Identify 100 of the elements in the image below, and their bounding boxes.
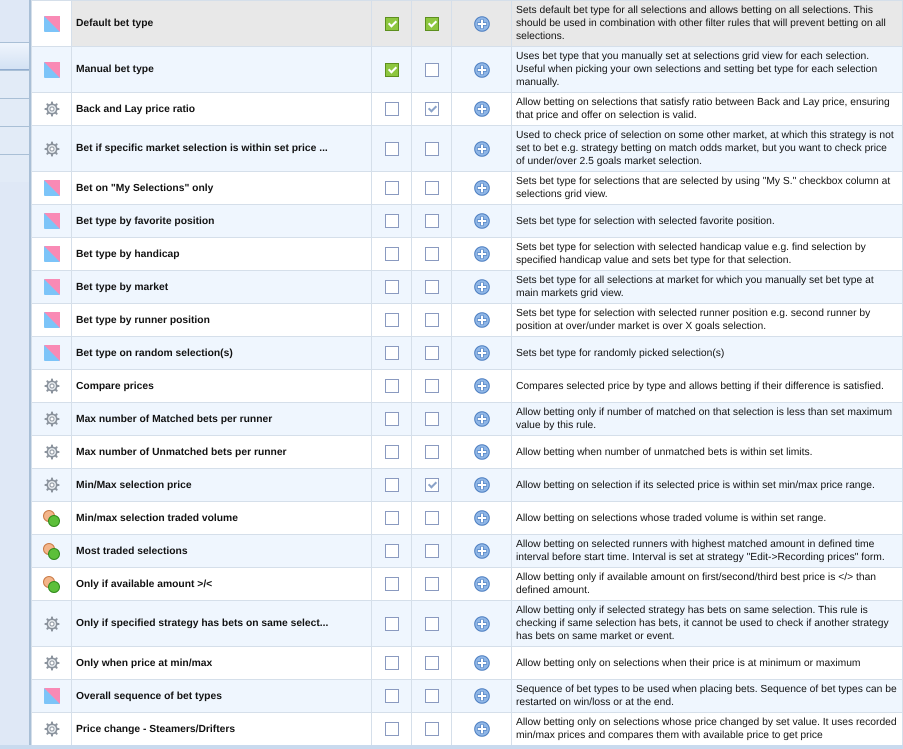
checkbox[interactable]	[384, 247, 398, 261]
gear-icon	[44, 616, 60, 632]
gear-icon	[44, 721, 60, 737]
add-icon[interactable]	[474, 510, 490, 526]
checkbox[interactable]	[424, 214, 438, 228]
checkbox[interactable]	[424, 313, 438, 327]
checkbox[interactable]	[424, 62, 438, 76]
checkbox[interactable]	[384, 412, 398, 426]
checkbox[interactable]	[384, 616, 398, 630]
add-icon[interactable]	[474, 576, 490, 592]
coins-icon	[43, 542, 60, 560]
add-icon[interactable]	[474, 213, 490, 229]
checkbox[interactable]	[424, 142, 438, 156]
checkbox[interactable]	[384, 445, 398, 459]
checkbox[interactable]	[384, 689, 398, 703]
checkbox[interactable]	[424, 722, 438, 736]
add-icon[interactable]	[474, 345, 490, 361]
rule-description: Used to check price of selection on some other market, at which this strategy is not set to bet e.g. strategy betting on match odds market, but you want to check price of under/over 2.5 goals market selection.	[512, 126, 902, 172]
add-icon[interactable]	[474, 140, 490, 156]
checkbox[interactable]	[384, 577, 398, 591]
rule-description: Allow betting on selected runners with highest matched amount in defined time interval before start time. Interval is set at strategy "Edit->Recording prices" form.	[512, 534, 902, 568]
rule-name[interactable]: Bet type by market	[72, 270, 372, 304]
checkbox[interactable]	[424, 445, 438, 459]
checkbox[interactable]	[424, 247, 438, 261]
checkbox[interactable]	[384, 214, 398, 228]
bet-type-icon	[44, 62, 60, 78]
rule-description: Sets bet type for all selections at market for which you manually set bet type at main markets grid view.	[512, 270, 902, 304]
add-icon[interactable]	[474, 279, 490, 295]
add-icon[interactable]	[474, 616, 490, 632]
bet-type-icon	[44, 312, 60, 328]
rule-description: Allow betting on selection if its selected price is within set min/max price range.	[512, 468, 902, 502]
sidebar-tab[interactable]	[0, 42, 29, 70]
checkbox[interactable]	[424, 616, 438, 630]
add-icon[interactable]	[474, 444, 490, 460]
checkbox[interactable]	[384, 102, 398, 116]
add-icon[interactable]	[474, 378, 490, 394]
add-icon[interactable]	[474, 101, 490, 117]
checkbox[interactable]	[424, 511, 438, 525]
checkbox[interactable]	[384, 142, 398, 156]
add-icon[interactable]	[474, 312, 490, 328]
rule-description: Allow betting only if selected strategy has bets on same selection. This rule is checking if same selection has bets, it cannot be used to check if another strategy has bets on same market or event.	[512, 600, 902, 646]
checkbox[interactable]	[424, 16, 438, 30]
checkbox[interactable]	[384, 62, 398, 76]
checkbox[interactable]	[424, 478, 438, 492]
coins-icon	[43, 576, 60, 592]
add-icon[interactable]	[474, 180, 490, 196]
checkbox[interactable]	[424, 544, 438, 558]
rule-name[interactable]: Only if specified strategy has bets on same select...	[72, 600, 372, 646]
bet-type-icon	[44, 16, 60, 32]
checkbox[interactable]	[424, 689, 438, 703]
checkbox[interactable]	[384, 16, 398, 30]
bet-type-icon	[44, 279, 60, 295]
gear-icon	[44, 444, 60, 460]
rule-name[interactable]: Min/Max selection price	[72, 468, 372, 502]
gear-icon	[44, 477, 60, 493]
checkbox[interactable]	[424, 102, 438, 116]
checkbox[interactable]	[424, 656, 438, 670]
checkbox[interactable]	[384, 313, 398, 327]
checkbox[interactable]	[384, 544, 398, 558]
rule-name[interactable]: Max number of Matched bets per runner	[72, 402, 372, 436]
add-icon[interactable]	[474, 543, 490, 559]
rule-description: Allow betting only if number of matched on that selection is less than set maximum value by this rule.	[512, 402, 902, 436]
gear-icon	[44, 140, 60, 156]
rule-description: Sets default bet type for all selections and allows betting on all selections. This should be used in combination with other filter rules that will prevent betting on all selections.	[512, 0, 902, 46]
gear-icon	[44, 411, 60, 427]
rule-name[interactable]: Overall sequence of bet types	[72, 680, 372, 712]
rule-name[interactable]: Bet type by favorite position	[72, 204, 372, 238]
add-icon[interactable]	[474, 688, 490, 704]
checkbox[interactable]	[384, 280, 398, 294]
checkbox[interactable]	[384, 722, 398, 736]
checkbox[interactable]	[384, 346, 398, 360]
bet-type-icon	[44, 246, 60, 262]
checkbox[interactable]	[424, 346, 438, 360]
rule-description: Sequence of bet types to be used when placing bets. Sequence of bet types can be restarted on win/loss or at the end.	[512, 680, 902, 712]
rule-description: Sets bet type for selection with selected favorite position.	[512, 204, 902, 238]
rule-name[interactable]: Bet if specific market selection is within set price ...	[72, 126, 372, 172]
checkbox[interactable]	[384, 379, 398, 393]
add-icon[interactable]	[474, 246, 490, 262]
checkbox[interactable]	[384, 511, 398, 525]
add-icon[interactable]	[474, 721, 490, 737]
checkbox[interactable]	[424, 181, 438, 195]
bet-type-icon	[44, 213, 60, 229]
add-icon[interactable]	[474, 16, 490, 32]
checkbox[interactable]	[384, 478, 398, 492]
add-icon[interactable]	[474, 62, 490, 78]
checkbox[interactable]	[384, 656, 398, 670]
rule-name[interactable]: Manual bet type	[72, 46, 372, 92]
rule-description: Sets bet type for randomly picked selection(s)	[512, 336, 902, 370]
rule-name[interactable]: Bet type on random selection(s)	[72, 336, 372, 370]
checkbox[interactable]	[424, 379, 438, 393]
add-icon[interactable]	[474, 655, 490, 671]
rule-name[interactable]: Default bet type	[72, 0, 372, 46]
checkbox[interactable]	[424, 412, 438, 426]
checkbox[interactable]	[424, 280, 438, 294]
bet-type-icon	[44, 688, 60, 704]
checkbox[interactable]	[384, 181, 398, 195]
checkbox[interactable]	[424, 577, 438, 591]
rule-name[interactable]: Most traded selections	[72, 534, 372, 568]
add-icon[interactable]	[474, 411, 490, 427]
add-icon[interactable]	[474, 477, 490, 493]
